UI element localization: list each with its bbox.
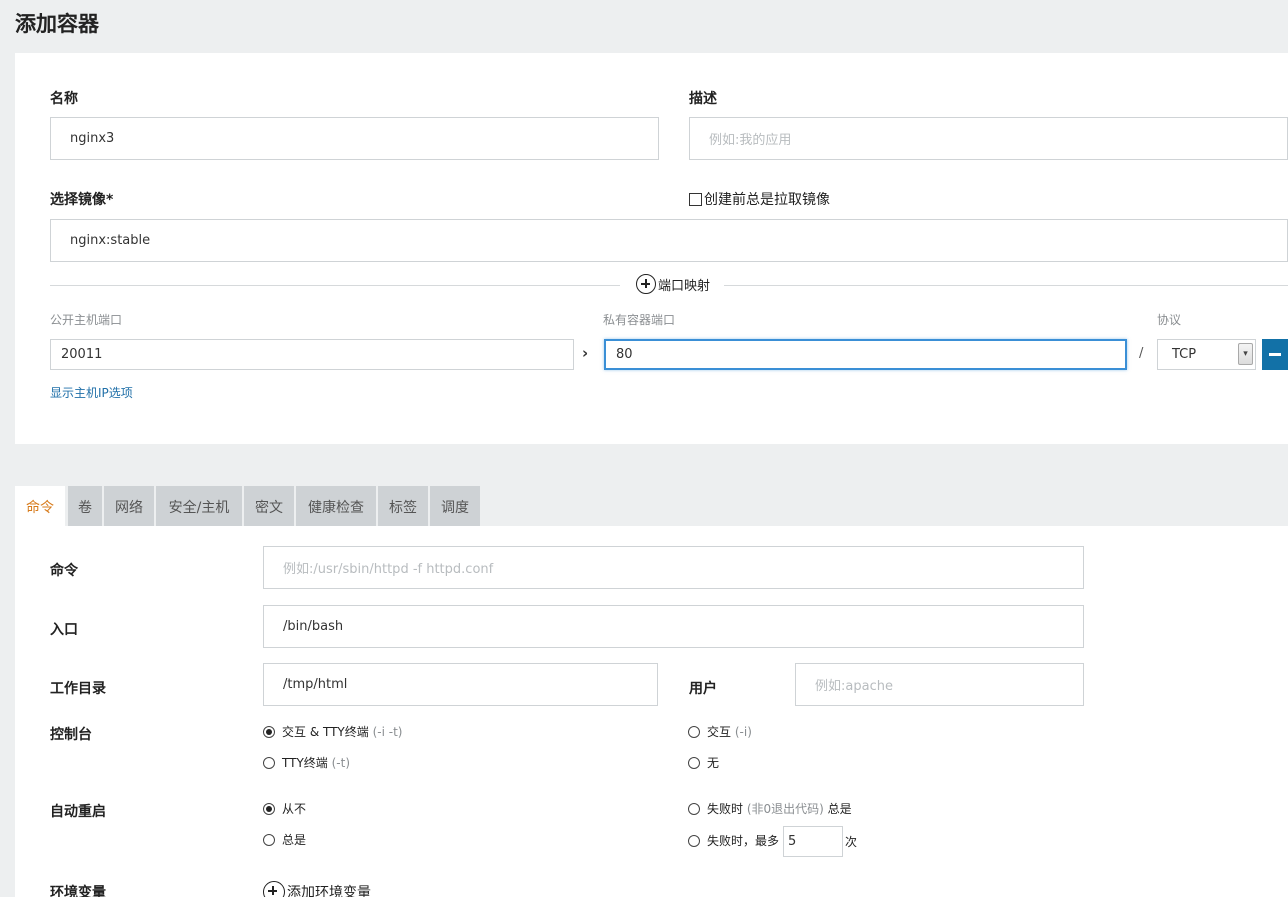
protocol-value: TCP <box>1172 347 1197 362</box>
pull-image-option[interactable]: 创建前总是拉取镜像 <box>689 189 830 209</box>
add-env-var-label: 添加环境变量 <box>287 885 371 897</box>
plus-circle-icon <box>263 881 285 897</box>
console-opt3-label: TTY终端 <box>282 756 328 770</box>
page-title: 添加容器 <box>15 12 99 36</box>
command-label: 命令 <box>50 563 78 579</box>
tab-scheduling[interactable]: 调度 <box>430 486 480 527</box>
radio-selected[interactable] <box>263 725 275 738</box>
public-port-label: 公开主机端口 <box>50 313 123 327</box>
env-label: 环境变量 <box>50 885 106 897</box>
description-label: 描述 <box>689 91 717 107</box>
console-opt4-label: 无 <box>707 756 720 770</box>
console-option-interactive-tty[interactable]: 交互 & TTY终端 (-i -t) <box>263 723 403 740</box>
show-host-ip-link[interactable]: 显示主机IP选项 <box>50 384 133 401</box>
radio[interactable] <box>263 833 275 846</box>
console-label: 控制台 <box>50 727 92 743</box>
name-label: 名称 <box>50 91 78 107</box>
radio[interactable] <box>688 802 700 815</box>
pull-image-checkbox[interactable] <box>689 192 702 206</box>
divider-right <box>724 285 1288 286</box>
console-opt1-hint: (-i -t) <box>372 725 403 739</box>
restart-label: 自动重启 <box>50 804 106 820</box>
private-port-label: 私有容器端口 <box>603 313 676 327</box>
restart-opt2-tail: 总是 <box>827 802 852 816</box>
radio[interactable] <box>688 756 700 769</box>
name-input[interactable]: nginx3 <box>50 117 659 160</box>
image-input[interactable]: nginx:stable <box>50 219 1288 262</box>
minus-icon <box>1269 353 1281 356</box>
image-label: 选择镜像* <box>50 192 114 208</box>
tab-command[interactable]: 命令 <box>15 486 65 527</box>
port-mapping-label: 端口映射 <box>658 278 711 294</box>
port-separator: / <box>1139 346 1144 361</box>
restart-option-on-failure[interactable]: 失败时 (非0退出代码) 总是 <box>688 800 852 817</box>
tab-labels[interactable]: 标签 <box>378 486 428 527</box>
tab-secrets[interactable]: 密文 <box>244 486 294 527</box>
console-opt1-label: 交互 & TTY终端 <box>282 725 369 739</box>
restart-opt2-label: 失败时 <box>707 802 744 816</box>
max-retries-input[interactable]: 5 <box>783 826 843 857</box>
restart-option-max-retries[interactable]: 失败时，最多 <box>688 832 779 849</box>
restart-option-always[interactable]: 总是 <box>263 831 306 848</box>
radio[interactable] <box>263 756 275 769</box>
tab-network[interactable]: 网络 <box>104 486 154 527</box>
chevron-right-icon: › <box>582 344 589 362</box>
description-input[interactable]: 例如:我的应用 <box>689 117 1288 160</box>
add-port-mapping-button[interactable]: 端口映射 <box>636 274 710 294</box>
console-opt3-hint: (-t) <box>331 756 351 770</box>
console-opt2-hint: (-i) <box>734 725 752 739</box>
console-option-none[interactable]: 无 <box>688 754 719 771</box>
radio[interactable] <box>688 834 700 847</box>
divider-left <box>50 285 620 286</box>
add-env-var-button[interactable]: 添加环境变量 <box>263 881 371 897</box>
radio[interactable] <box>688 725 700 738</box>
tab-health-check[interactable]: 健康检查 <box>296 486 376 527</box>
pull-image-label: 创建前总是拉取镜像 <box>704 192 830 208</box>
restart-option-never[interactable]: 从不 <box>263 800 306 817</box>
protocol-select[interactable]: TCP ▾ <box>1157 339 1256 370</box>
console-option-tty[interactable]: TTY终端 (-t) <box>263 754 350 771</box>
console-opt2-label: 交互 <box>707 725 732 739</box>
private-port-input[interactable]: 80 <box>604 339 1127 370</box>
max-retries-unit: 次 <box>845 835 858 849</box>
entrypoint-label: 入口 <box>50 622 78 638</box>
workdir-label: 工作目录 <box>50 681 106 697</box>
entrypoint-input[interactable]: /bin/bash <box>263 605 1084 648</box>
command-input[interactable]: 例如:/usr/sbin/httpd -f httpd.conf <box>263 546 1084 589</box>
remove-port-button[interactable] <box>1262 339 1288 370</box>
radio-selected[interactable] <box>263 802 275 815</box>
tab-security-host[interactable]: 安全/主机 <box>156 486 242 527</box>
user-label: 用户 <box>689 681 717 697</box>
tab-volumes[interactable]: 卷 <box>68 486 102 527</box>
restart-opt1-label: 从不 <box>282 802 307 816</box>
user-input[interactable]: 例如:apache <box>795 663 1084 706</box>
restart-opt2-hint: (非0退出代码) <box>746 802 824 816</box>
protocol-label: 协议 <box>1157 313 1182 327</box>
plus-circle-icon <box>636 274 656 294</box>
console-option-interactive[interactable]: 交互 (-i) <box>688 723 752 740</box>
public-port-input[interactable]: 20011 <box>50 339 574 370</box>
chevron-down-icon: ▾ <box>1238 343 1253 365</box>
restart-opt3-label: 总是 <box>282 833 307 847</box>
workdir-input[interactable]: /tmp/html <box>263 663 658 706</box>
restart-opt4-label: 失败时，最多 <box>707 834 780 848</box>
